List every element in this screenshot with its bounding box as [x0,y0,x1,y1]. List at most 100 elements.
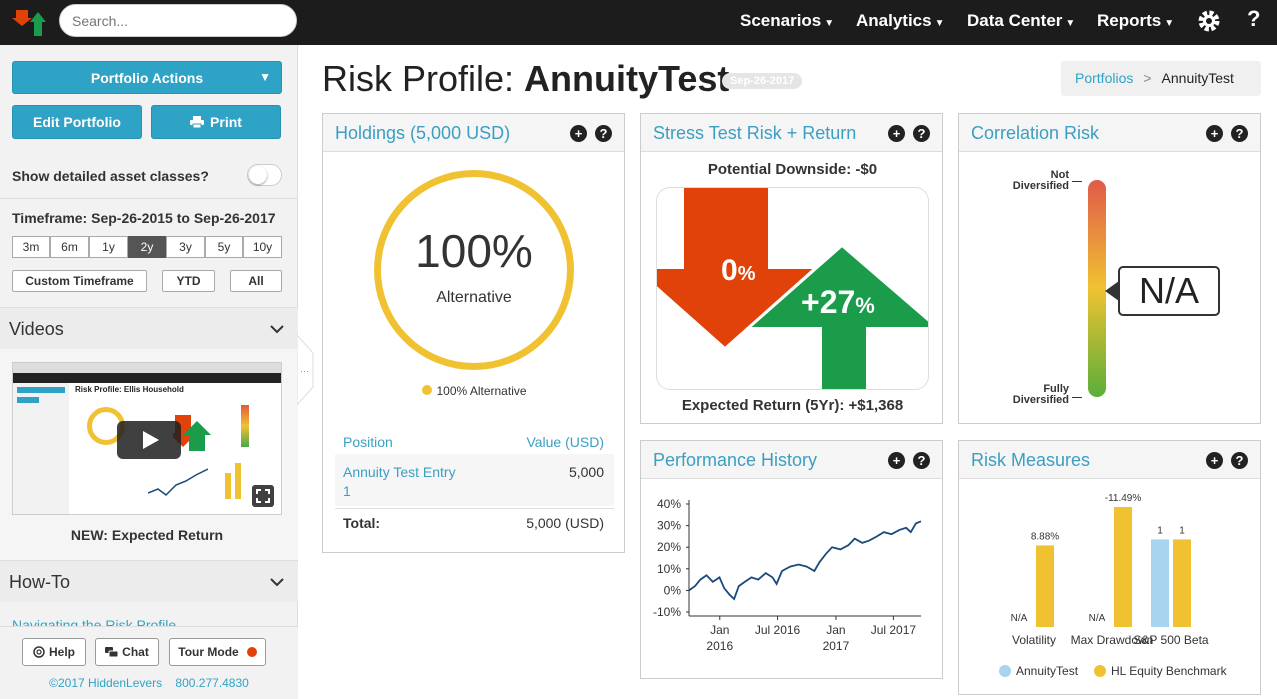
timeframe-label: Timeframe: Sep-26-2015 to Sep-26-2017 [12,210,276,226]
timeframe-6m-button[interactable]: 6m [50,236,89,258]
chat-button[interactable]: Chat [95,638,159,666]
plus-icon[interactable]: + [570,125,587,142]
bar-data-label: N/A [1089,613,1106,624]
top-tick [1072,181,1082,182]
portfolio-actions-label: Portfolio Actions [90,69,204,86]
bar-hl-equity-benchmark [1036,545,1054,627]
video-play-button[interactable] [117,421,181,459]
holdings-panel: Holdings (5,000 USD) +? 100% Alternative… [322,113,625,553]
videos-section-header[interactable]: Videos [0,307,298,349]
holdings-legend: 100% Alternative [323,384,626,398]
video-thumbnail[interactable]: Risk Profile: Ellis Household [12,362,282,515]
phone-link[interactable]: 800.277.4830 [175,676,248,690]
chat-icon [105,646,119,657]
x-tick-label: Jan [826,623,845,637]
plus-icon[interactable]: + [888,125,905,142]
timeframe-2y-button[interactable]: 2y [128,236,166,258]
nav-analytics[interactable]: Analytics ▼ [856,11,945,31]
holdings-title: Holdings (5,000 USD) [335,123,511,143]
total-label: Total: [343,515,381,531]
help-button[interactable]: Help [22,638,86,666]
question-icon[interactable]: ? [595,125,612,142]
performance-title: Performance History [653,450,818,470]
thumb-bar-1 [225,473,231,499]
chevron-down-icon [270,325,284,334]
thumb-correlation-bar [241,405,249,447]
y-tick-label: -10% [653,605,681,619]
question-icon[interactable]: ? [1231,452,1248,469]
lifebuoy-icon [33,646,45,658]
down-value: 0% [721,254,756,287]
plus-icon[interactable]: + [1206,125,1223,142]
detailed-asset-toggle[interactable] [247,164,282,186]
timeframe-10y-button[interactable]: 10y [243,236,282,258]
thumb-browser-bar [13,363,281,373]
search-input[interactable] [59,4,297,37]
x-tick-label: 2016 [706,639,733,653]
correlation-value: N/A [1118,266,1220,316]
timeframe-3m-button[interactable]: 3m [12,236,50,258]
stress-test-panel: Stress Test Risk + Return +? Potential D… [640,113,943,424]
performance-chart: 40% 30% 20% 10% 0% -10% Jan 2016 Jul 2016 Jan 2017… [653,497,922,653]
ytd-button[interactable]: YTD [162,270,215,292]
custom-timeframe-button[interactable]: Custom Timeframe [12,270,147,292]
plus-icon[interactable]: + [888,452,905,469]
bar-data-label: N/A [1011,613,1028,624]
fullscreen-button[interactable] [252,485,274,507]
legend-swatch [1094,665,1106,677]
thumb-performance-line [148,468,208,496]
question-icon[interactable]: ? [1231,125,1248,142]
legend-swatch [422,385,433,395]
bar-hl-equity-benchmark [1173,539,1191,627]
all-button[interactable]: All [230,270,282,292]
help-icon[interactable]: ? [1247,6,1260,32]
hiddenlevers-logo[interactable] [12,8,46,38]
recording-dot-icon [246,647,257,657]
plus-icon[interactable]: + [1206,452,1223,469]
col-position-header[interactable]: Position [343,434,393,450]
y-tick-label: 40% [657,497,681,511]
breadcrumb: Portfolios > AnnuityTest [1061,61,1261,96]
stress-title: Stress Test Risk + Return [653,123,857,143]
nav-reports[interactable]: Reports ▼ [1097,11,1174,31]
timeframe-3y-button[interactable]: 3y [166,236,205,258]
correlation-panel: Correlation Risk +? Not Diversified Fully… [958,113,1261,424]
col-value-header[interactable]: Value (USD) [526,434,604,450]
question-icon[interactable]: ? [913,125,930,142]
performance-header: Performance History +? [641,441,942,479]
tour-mode-button[interactable]: Tour Mode [169,638,266,666]
timeframe-5y-button[interactable]: 5y [205,236,243,258]
fully-diversified-label: Fully Diversified [1012,383,1069,406]
nav-data-center[interactable]: Data Center ▼ [967,11,1075,31]
question-icon[interactable]: ? [913,452,930,469]
not-diversified-label: Not Diversified [1012,169,1069,192]
howto-section-header[interactable]: How-To [0,560,298,602]
fullscreen-icon [256,489,270,503]
thumb-navbar [13,373,281,383]
bar-data-label: 1 [1179,525,1185,536]
performance-panel: Performance History +? 40% 30% 20% 10% 0% -10… [640,440,943,679]
bar-data-label: -11.49% [1105,493,1142,504]
correlation-header: Correlation Risk +? [959,114,1260,152]
video-caption: NEW: Expected Return [70,527,224,543]
risk-measures-title: Risk Measures [971,450,1091,470]
printer-icon [190,116,205,128]
timeframe-1y-button[interactable]: 1y [89,236,128,258]
gear-icon[interactable] [1197,8,1221,34]
svg-text:···: ··· [300,366,309,376]
expected-return: Expected Return (5Yr): +$1,368 [681,397,904,414]
sidebar-collapse-handle[interactable]: ··· [297,335,315,405]
breadcrumb-portfolios[interactable]: Portfolios [1075,70,1133,86]
thumb-bar-2 [235,463,241,499]
risk-measures-panel: Risk Measures +? N/A 8.88% Volatility N/A -1… [958,440,1261,695]
print-button[interactable]: Print [151,105,281,139]
stress-arrows [657,188,928,389]
portfolio-actions-button[interactable]: Portfolio Actions ▼ [12,61,282,94]
nav-scenarios[interactable]: Scenarios ▼ [740,11,834,31]
potential-downside: Potential Downside: -$0 [707,161,878,178]
position-link[interactable]: Annuity Test Entry 1 [343,464,456,499]
edit-portfolio-button[interactable]: Edit Portfolio [12,105,142,139]
top-navbar: Scenarios▼ Analytics▼ Data Center▼ Repor… [0,0,1277,45]
legend-label: HL Equity Benchmark [1111,664,1228,678]
x-tick-label: Jan [710,623,729,637]
